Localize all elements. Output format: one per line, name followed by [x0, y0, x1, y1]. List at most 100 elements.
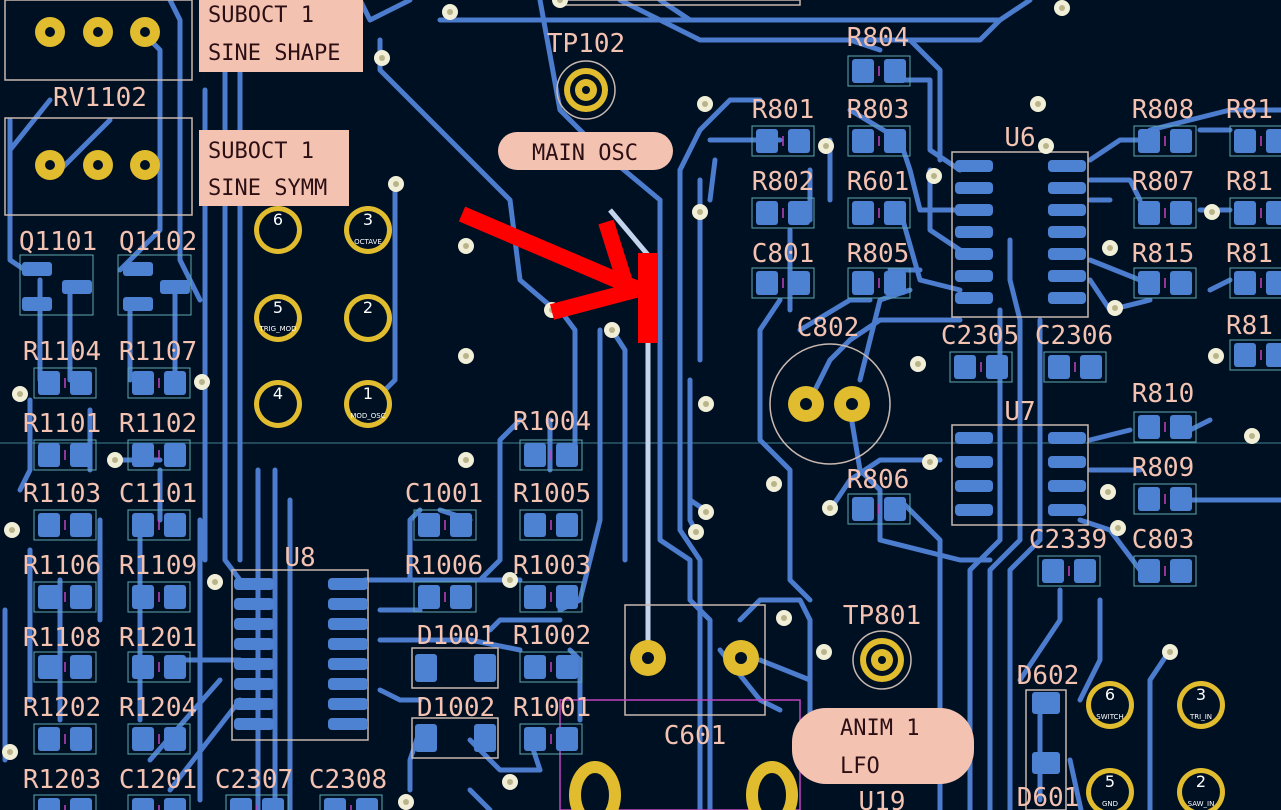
via[interactable] [107, 452, 123, 468]
ref-label-d1001: D1001 [417, 621, 495, 651]
label-line-1: SUBOCT 1 [208, 3, 314, 28]
pin-number: 5 [1105, 772, 1115, 791]
label-text: MAIN OSC [532, 141, 638, 166]
ref-label-u7: U7 [1004, 397, 1035, 427]
via[interactable] [458, 452, 474, 468]
label-line-1: SUBOCT 1 [208, 139, 314, 164]
via[interactable] [816, 644, 832, 660]
ref-label-c801: C801 [752, 239, 815, 269]
label-anim-lfo: ANIM 1 LFO [792, 708, 974, 784]
ref-label-r1109: R1109 [119, 551, 197, 581]
ref-label-q1101: Q1101 [19, 227, 97, 257]
via[interactable] [1110, 520, 1126, 536]
ref-label-r81x_b: R81 [1226, 167, 1273, 197]
ref-label-r1107: R1107 [119, 337, 197, 367]
ref-label-tp102: TP102 [547, 29, 625, 59]
via[interactable] [1107, 300, 1123, 316]
ref-label-r809: R809 [1132, 453, 1195, 483]
ref-label-c2339: C2339 [1029, 525, 1107, 555]
via[interactable] [1244, 428, 1260, 444]
header-left-pin-6: 6 [254, 206, 302, 254]
smd-pad-pair[interactable] [1229, 125, 1281, 157]
ref-label-c2308: C2308 [309, 765, 387, 795]
header-left-pin-5: 5 TRIG_MOD [254, 294, 302, 342]
label-line-1: ANIM 1 [840, 716, 919, 741]
ref-label-r1202: R1202 [23, 693, 101, 723]
via[interactable] [822, 500, 838, 516]
ref-label-r802: R802 [752, 167, 815, 197]
via[interactable] [910, 356, 926, 372]
ref-label-r1101: R1101 [23, 409, 101, 439]
ref-label-r1001: R1001 [513, 693, 591, 723]
via[interactable] [697, 96, 713, 112]
via[interactable] [1162, 644, 1178, 660]
via[interactable] [1204, 204, 1220, 220]
pin-name: MOD_OSC [350, 412, 385, 420]
tp801-pad [852, 630, 912, 690]
via[interactable] [604, 322, 620, 338]
ref-label-c2307: C2307 [215, 765, 293, 795]
via[interactable] [1054, 0, 1070, 16]
via[interactable] [698, 396, 714, 412]
smd-pad-pair[interactable] [1229, 339, 1281, 371]
ref-label-r1106: R1106 [23, 551, 101, 581]
ref-label-d601: D601 [1017, 783, 1080, 810]
via[interactable] [388, 176, 404, 192]
via[interactable] [12, 386, 28, 402]
smd-pad-pair[interactable] [1229, 267, 1281, 299]
via[interactable] [398, 794, 414, 810]
via[interactable] [1208, 348, 1224, 364]
ref-label-r801: R801 [752, 95, 815, 125]
header-right-pin-3: 3 TRI_IN [1177, 681, 1225, 729]
via[interactable] [766, 476, 782, 492]
via[interactable] [1030, 96, 1046, 112]
via[interactable] [442, 4, 458, 20]
ref-label-r1102: R1102 [119, 409, 197, 439]
ref-label-c2305: C2305 [941, 321, 1019, 351]
pin-name: SAW_IN [1188, 800, 1215, 808]
pin-number: 6 [273, 210, 283, 229]
ref-label-r1002: R1002 [513, 621, 591, 651]
via[interactable] [194, 374, 210, 390]
via[interactable] [1100, 484, 1116, 500]
ref-label-c1201: C1201 [119, 765, 197, 795]
ref-label-r1006: R1006 [405, 551, 483, 581]
tp102-pad [556, 60, 616, 120]
via[interactable] [374, 50, 390, 66]
via[interactable] [1102, 240, 1118, 256]
ref-label-r1004: R1004 [513, 407, 591, 437]
pin-number: 3 [363, 210, 373, 229]
rv1102-pins [35, 150, 160, 180]
via[interactable] [207, 574, 223, 590]
via[interactable] [776, 610, 792, 626]
pin-number: 3 [1196, 685, 1206, 704]
ref-label-r806: R806 [847, 465, 910, 495]
ref-label-r804: R804 [847, 23, 910, 53]
via[interactable] [2, 744, 18, 760]
via[interactable] [922, 454, 938, 470]
via[interactable] [818, 138, 834, 154]
via[interactable] [926, 168, 942, 184]
via[interactable] [458, 348, 474, 364]
pin-name: TRIG_MOD [258, 325, 296, 333]
via[interactable] [1038, 138, 1054, 154]
ref-label-r1005: R1005 [513, 479, 591, 509]
via[interactable] [4, 522, 20, 538]
ref-label-u8: U8 [284, 543, 315, 573]
pcb-layout-canvas[interactable]: 6 3 OCTAVE 5 TRIG_MOD 2 4 1 MOD_OSC 6 SW… [0, 0, 1281, 810]
ref-label-c2306: C2306 [1035, 321, 1113, 351]
pin-number: 2 [363, 298, 373, 317]
smd-pad-pair[interactable] [1229, 197, 1281, 229]
ref-label-q1102: Q1102 [119, 227, 197, 257]
ref-label-r81x_c: R81 [1226, 239, 1273, 269]
via[interactable] [698, 504, 714, 520]
via[interactable] [458, 238, 474, 254]
ref-label-rv1102: RV1102 [53, 83, 147, 113]
header-left-pin-4: 4 [254, 380, 302, 428]
ref-label-r805: R805 [847, 239, 910, 269]
via[interactable] [692, 204, 708, 220]
rv1101-pins [35, 17, 160, 47]
via[interactable] [688, 524, 704, 540]
label-line-2: LFO [840, 754, 880, 779]
via[interactable] [502, 774, 518, 790]
